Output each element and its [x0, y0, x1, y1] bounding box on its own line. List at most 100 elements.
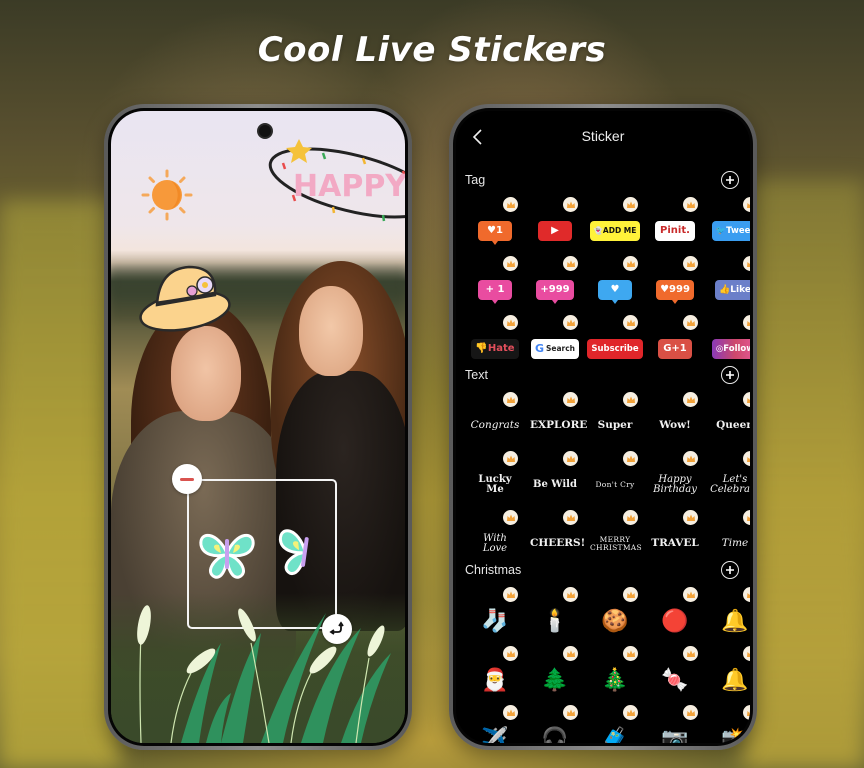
sticker-label: Congrats	[470, 419, 520, 432]
crown-icon	[503, 315, 518, 330]
sticker-heart-bubble[interactable]: ♥	[585, 256, 645, 319]
sticker-explore[interactable]: EXPLORE	[525, 392, 587, 455]
happy-text-sticker[interactable]: HAPPY	[263, 133, 405, 233]
crown-icon	[503, 197, 518, 212]
plus-circle-icon	[726, 566, 734, 574]
crown-icon	[683, 197, 698, 212]
sticker-label: +999	[540, 284, 570, 295]
sticker-label: 👻ADD ME	[593, 226, 637, 235]
crown-icon	[683, 587, 698, 602]
sticker-label: Wow!	[659, 419, 691, 432]
airplane-icon: ✈️	[481, 725, 509, 743]
sparkle-tree-icon: 🌲	[541, 666, 569, 692]
sticker-pin-it[interactable]: Pinit.	[645, 197, 705, 260]
sticker-queen[interactable]: Queen	[705, 392, 750, 455]
crown-icon	[623, 705, 638, 720]
sticker-lets-celebrate[interactable]: Let's Celebrate	[705, 451, 750, 514]
headline: Cool Live Stickers	[257, 30, 607, 70]
sticker-label: Lucky Me	[478, 473, 512, 495]
crown-icon	[623, 451, 638, 466]
crown-icon	[623, 392, 638, 407]
sticker-heart-999[interactable]: ♥999	[645, 256, 705, 319]
santa-hat-icon: 🎅	[481, 666, 509, 692]
sticker-santa-hat[interactable]: 🎅	[465, 646, 525, 709]
sticker-label: Search	[545, 344, 576, 353]
sticker-like-1[interactable]: ♥1	[465, 197, 525, 260]
butterfly-sticker[interactable]	[271, 517, 339, 585]
instant-camera-icon: 📸	[721, 725, 749, 743]
editor-screen: HAPPY	[111, 111, 405, 743]
sticker-plus-999[interactable]: +999	[525, 256, 585, 319]
sticker-label: ▶	[551, 225, 559, 236]
crown-icon	[683, 392, 698, 407]
sticker-suitcase[interactable]: 🧳	[585, 705, 645, 743]
sticker-headphones[interactable]: 🎧	[525, 705, 585, 743]
sticker-happy-birthday[interactable]: Happy Birthday	[645, 451, 705, 514]
crown-icon	[623, 646, 638, 661]
crown-icon	[623, 510, 638, 525]
straw-hat-sticker[interactable]	[137, 259, 233, 334]
sticker-topbar: Sticker	[456, 123, 750, 153]
sticker-gingerbread[interactable]: 🍪	[585, 587, 645, 650]
sticker-bells[interactable]: 🔔	[705, 587, 750, 650]
sticker-airplane[interactable]: ✈️	[465, 705, 525, 743]
sticker-ornament[interactable]: 🔴	[645, 587, 705, 650]
crown-icon	[503, 705, 518, 720]
dark-tree-icon: 🎄	[601, 666, 629, 692]
add-sticker-button[interactable]	[721, 366, 739, 384]
phone-editor-preview: HAPPY	[104, 104, 412, 750]
add-sticker-button[interactable]	[721, 561, 739, 579]
headphones-icon: 🎧	[541, 725, 569, 743]
sticker-super[interactable]: Super	[585, 392, 645, 455]
sticker-dark-tree[interactable]: 🎄	[585, 646, 645, 709]
crown-icon	[623, 256, 638, 271]
grass-reeds-sticker[interactable]	[111, 603, 405, 743]
sticker-snapchat-add-me[interactable]: 👻ADD ME	[585, 197, 645, 260]
sticker-plus-1[interactable]: + 1	[465, 256, 525, 319]
section-header: Tag	[465, 169, 741, 191]
sticker-label: Subscribe	[591, 343, 639, 354]
sticker-stocking[interactable]: 🧦	[465, 587, 525, 650]
gingerbread-icon: 🍪	[601, 607, 629, 633]
crown-icon	[503, 646, 518, 661]
sticker-panel: Sticker Tag ♥1 ▶ 👻ADD ME Pinit. 🐦Tweet + 1 +999…	[456, 111, 750, 743]
sticker-instant-camera[interactable]: 📸	[705, 705, 750, 743]
background-blur-left	[0, 200, 120, 768]
google-icon: G	[534, 342, 544, 355]
crown-icon	[743, 646, 750, 661]
add-sticker-button[interactable]	[721, 171, 739, 189]
sticker-wow[interactable]: Wow!	[645, 392, 705, 455]
candy-icon: 🍬	[661, 666, 689, 692]
sticker-candy[interactable]: 🍬	[645, 646, 705, 709]
candle-icon: 🕯️	[541, 607, 569, 633]
crown-icon	[563, 587, 578, 602]
plus-circle-icon	[726, 176, 734, 184]
crown-icon	[683, 646, 698, 661]
crown-icon	[503, 451, 518, 466]
sticker-dont-cry[interactable]: Don't Cry	[585, 451, 645, 514]
plus-circle-icon	[726, 371, 734, 379]
sticker-label: ◎Follow	[715, 343, 750, 354]
sticker-label: Queen	[716, 419, 750, 432]
sticker-youtube[interactable]: ▶	[525, 197, 585, 260]
sticker-tweet[interactable]: 🐦Tweet	[705, 197, 750, 260]
sticker-label: ♥	[610, 284, 620, 295]
sticker-label: Time	[721, 537, 749, 550]
crown-icon	[623, 315, 638, 330]
sticker-sparkle-tree[interactable]: 🌲	[525, 646, 585, 709]
sticker-facebook-like[interactable]: 👍Like	[705, 256, 750, 319]
remove-sticker-button[interactable]	[172, 464, 202, 494]
sun-sticker[interactable]	[141, 169, 193, 221]
butterfly-sticker[interactable]	[197, 523, 257, 583]
sticker-lucky-me[interactable]: Lucky Me	[465, 451, 525, 514]
sticker-camera-strap[interactable]: 📷	[645, 705, 705, 743]
sticker-bell-bow[interactable]: 🔔	[705, 646, 750, 709]
section-christmas: Christmas 🧦 🕯️ 🍪 🔴 🔔 🎅 🌲 🎄 🍬 🔔 ✈️ 🎧 🧳 📷 📸	[465, 559, 750, 743]
sticker-congrats[interactable]: Congrats	[465, 392, 525, 455]
crown-icon	[563, 315, 578, 330]
crown-icon	[563, 256, 578, 271]
sticker-label: G+1	[663, 343, 687, 354]
sticker-candle[interactable]: 🕯️	[525, 587, 585, 650]
sticker-be-wild[interactable]: Be Wild	[525, 451, 585, 514]
bubble-tail	[492, 299, 498, 304]
